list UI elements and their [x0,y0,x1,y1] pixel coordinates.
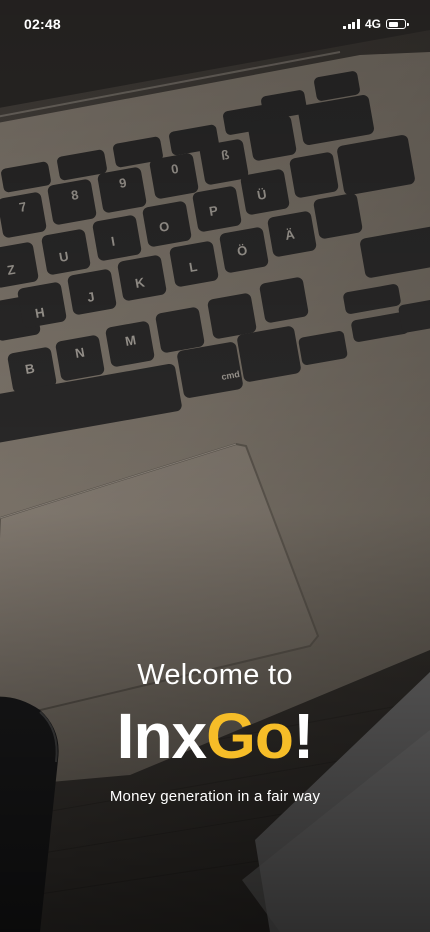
brand-name-part2: Go [206,700,294,772]
status-time: 02:48 [24,16,61,32]
cellular-signal-icon [343,19,360,29]
brand-logo-text: InxGo! [0,696,430,776]
welcome-screen: 7 8 9 0 ß Z U I O P Ü H J K L Ö Ä B N M … [0,0,430,932]
network-type: 4G [364,17,381,31]
brand-name-part1: Inx [116,700,207,772]
brand-name-exclamation: ! [293,700,314,772]
battery-icon [386,19,409,29]
status-icons: 4G [343,16,409,32]
welcome-heading: Welcome to [137,659,293,691]
tagline: Money generation in a fair way [109,788,321,805]
status-bar: 02:48 4G [0,0,430,48]
